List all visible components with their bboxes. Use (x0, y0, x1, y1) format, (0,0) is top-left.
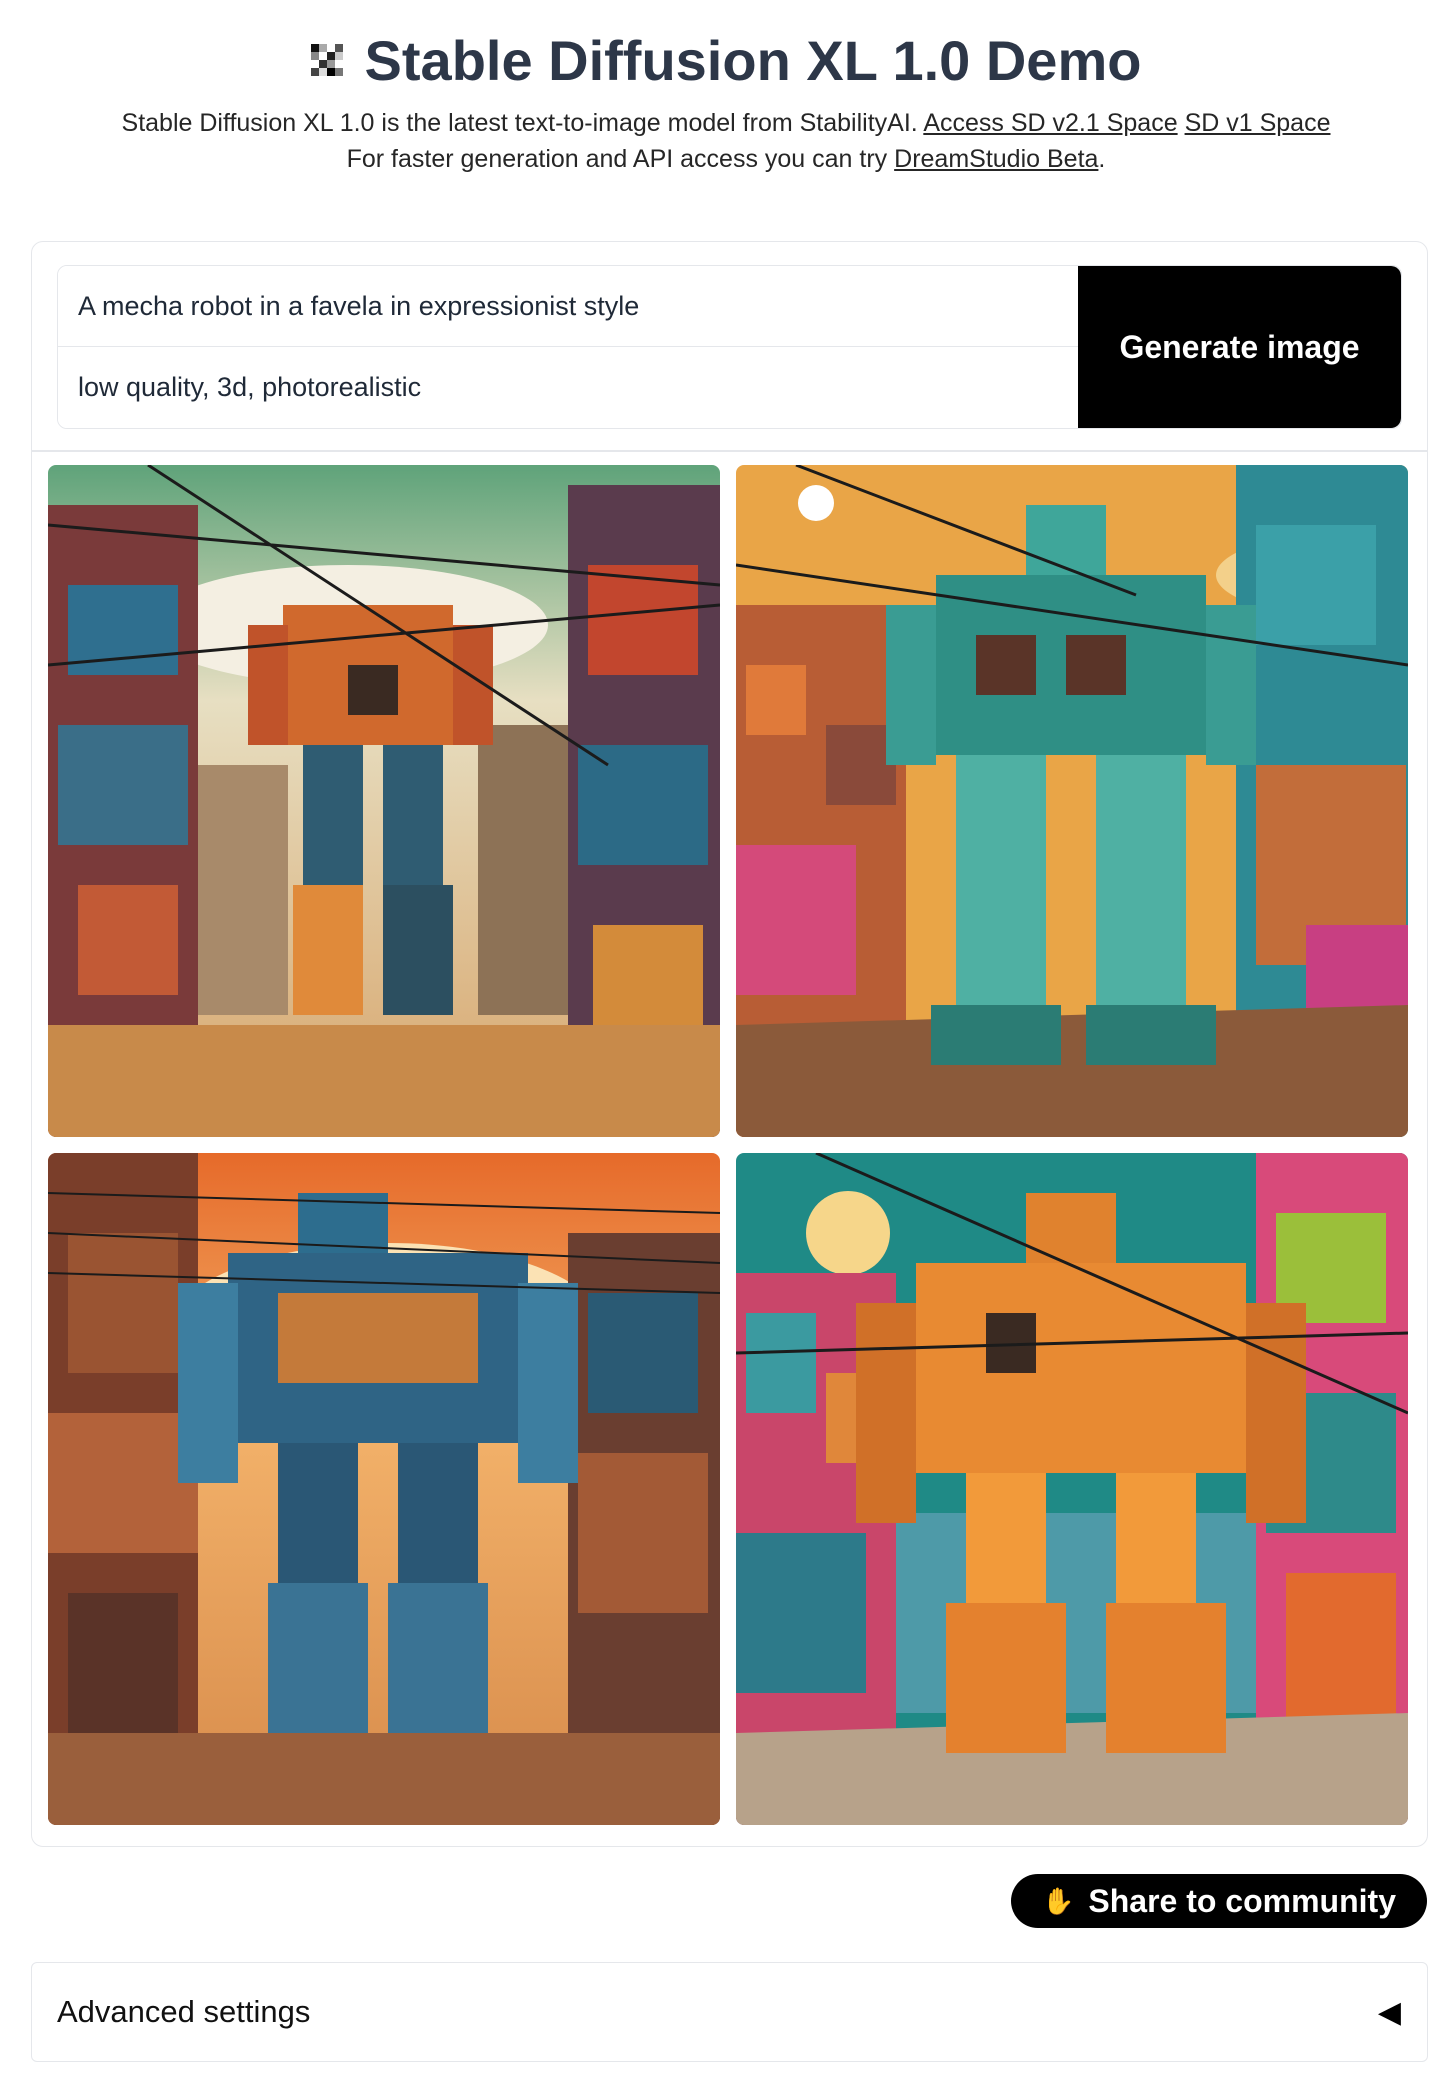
prompt-area: A mecha robot in a favela in expressioni… (57, 265, 1402, 429)
subtitle-line-2-prefix: For faster generation and API access you… (346, 145, 888, 173)
gallery-image-2-art (736, 465, 1408, 1137)
prompt-fields: A mecha robot in a favela in expressioni… (58, 266, 1078, 428)
divider (32, 450, 1427, 452)
prompt-input[interactable]: A mecha robot in a favela in expressioni… (58, 266, 1078, 347)
image-gallery (48, 465, 1408, 1825)
gallery-image-3[interactable] (48, 1153, 720, 1825)
advanced-settings-label: Advanced settings (57, 1994, 311, 2029)
page-title: Stable Diffusion XL 1.0 Demo (364, 28, 1142, 92)
hands-icon: ✋ (1042, 1885, 1075, 1916)
share-to-community-button[interactable]: ✋ Share to community (1011, 1874, 1427, 1928)
share-label: Share to community (1088, 1882, 1396, 1919)
gallery-image-3-art (48, 1153, 720, 1825)
link-sd-v21-space[interactable]: Access SD v2.1 Space (923, 109, 1177, 137)
generate-image-button[interactable]: Generate image (1078, 266, 1401, 428)
link-sd-v1-space[interactable]: SD v1 Space (1185, 109, 1331, 137)
subtitle-line-2-suffix: . (1098, 145, 1106, 173)
gallery-image-2[interactable] (736, 465, 1408, 1137)
gallery-image-4[interactable] (736, 1153, 1408, 1825)
title-row: Stable Diffusion XL 1.0 Demo (0, 24, 1452, 96)
gallery-image-1[interactable] (48, 465, 720, 1137)
subtitle-text: Stable Diffusion XL 1.0 is the latest te… (121, 109, 918, 137)
negative-prompt-input[interactable]: low quality, 3d, photorealistic (58, 347, 1078, 428)
header: Stable Diffusion XL 1.0 Demo Stable Diff… (0, 0, 1452, 182)
advanced-settings-accordion[interactable]: Advanced settings ◀ (31, 1962, 1428, 2062)
caret-left-icon: ◀ (1377, 1995, 1401, 2029)
gallery-image-4-art (736, 1153, 1408, 1825)
gallery-image-1-art (48, 465, 720, 1137)
main-panel: A mecha robot in a favela in expressioni… (31, 241, 1428, 1847)
logo-icon (310, 44, 343, 76)
link-dreamstudio-beta[interactable]: DreamStudio Beta (894, 145, 1098, 173)
